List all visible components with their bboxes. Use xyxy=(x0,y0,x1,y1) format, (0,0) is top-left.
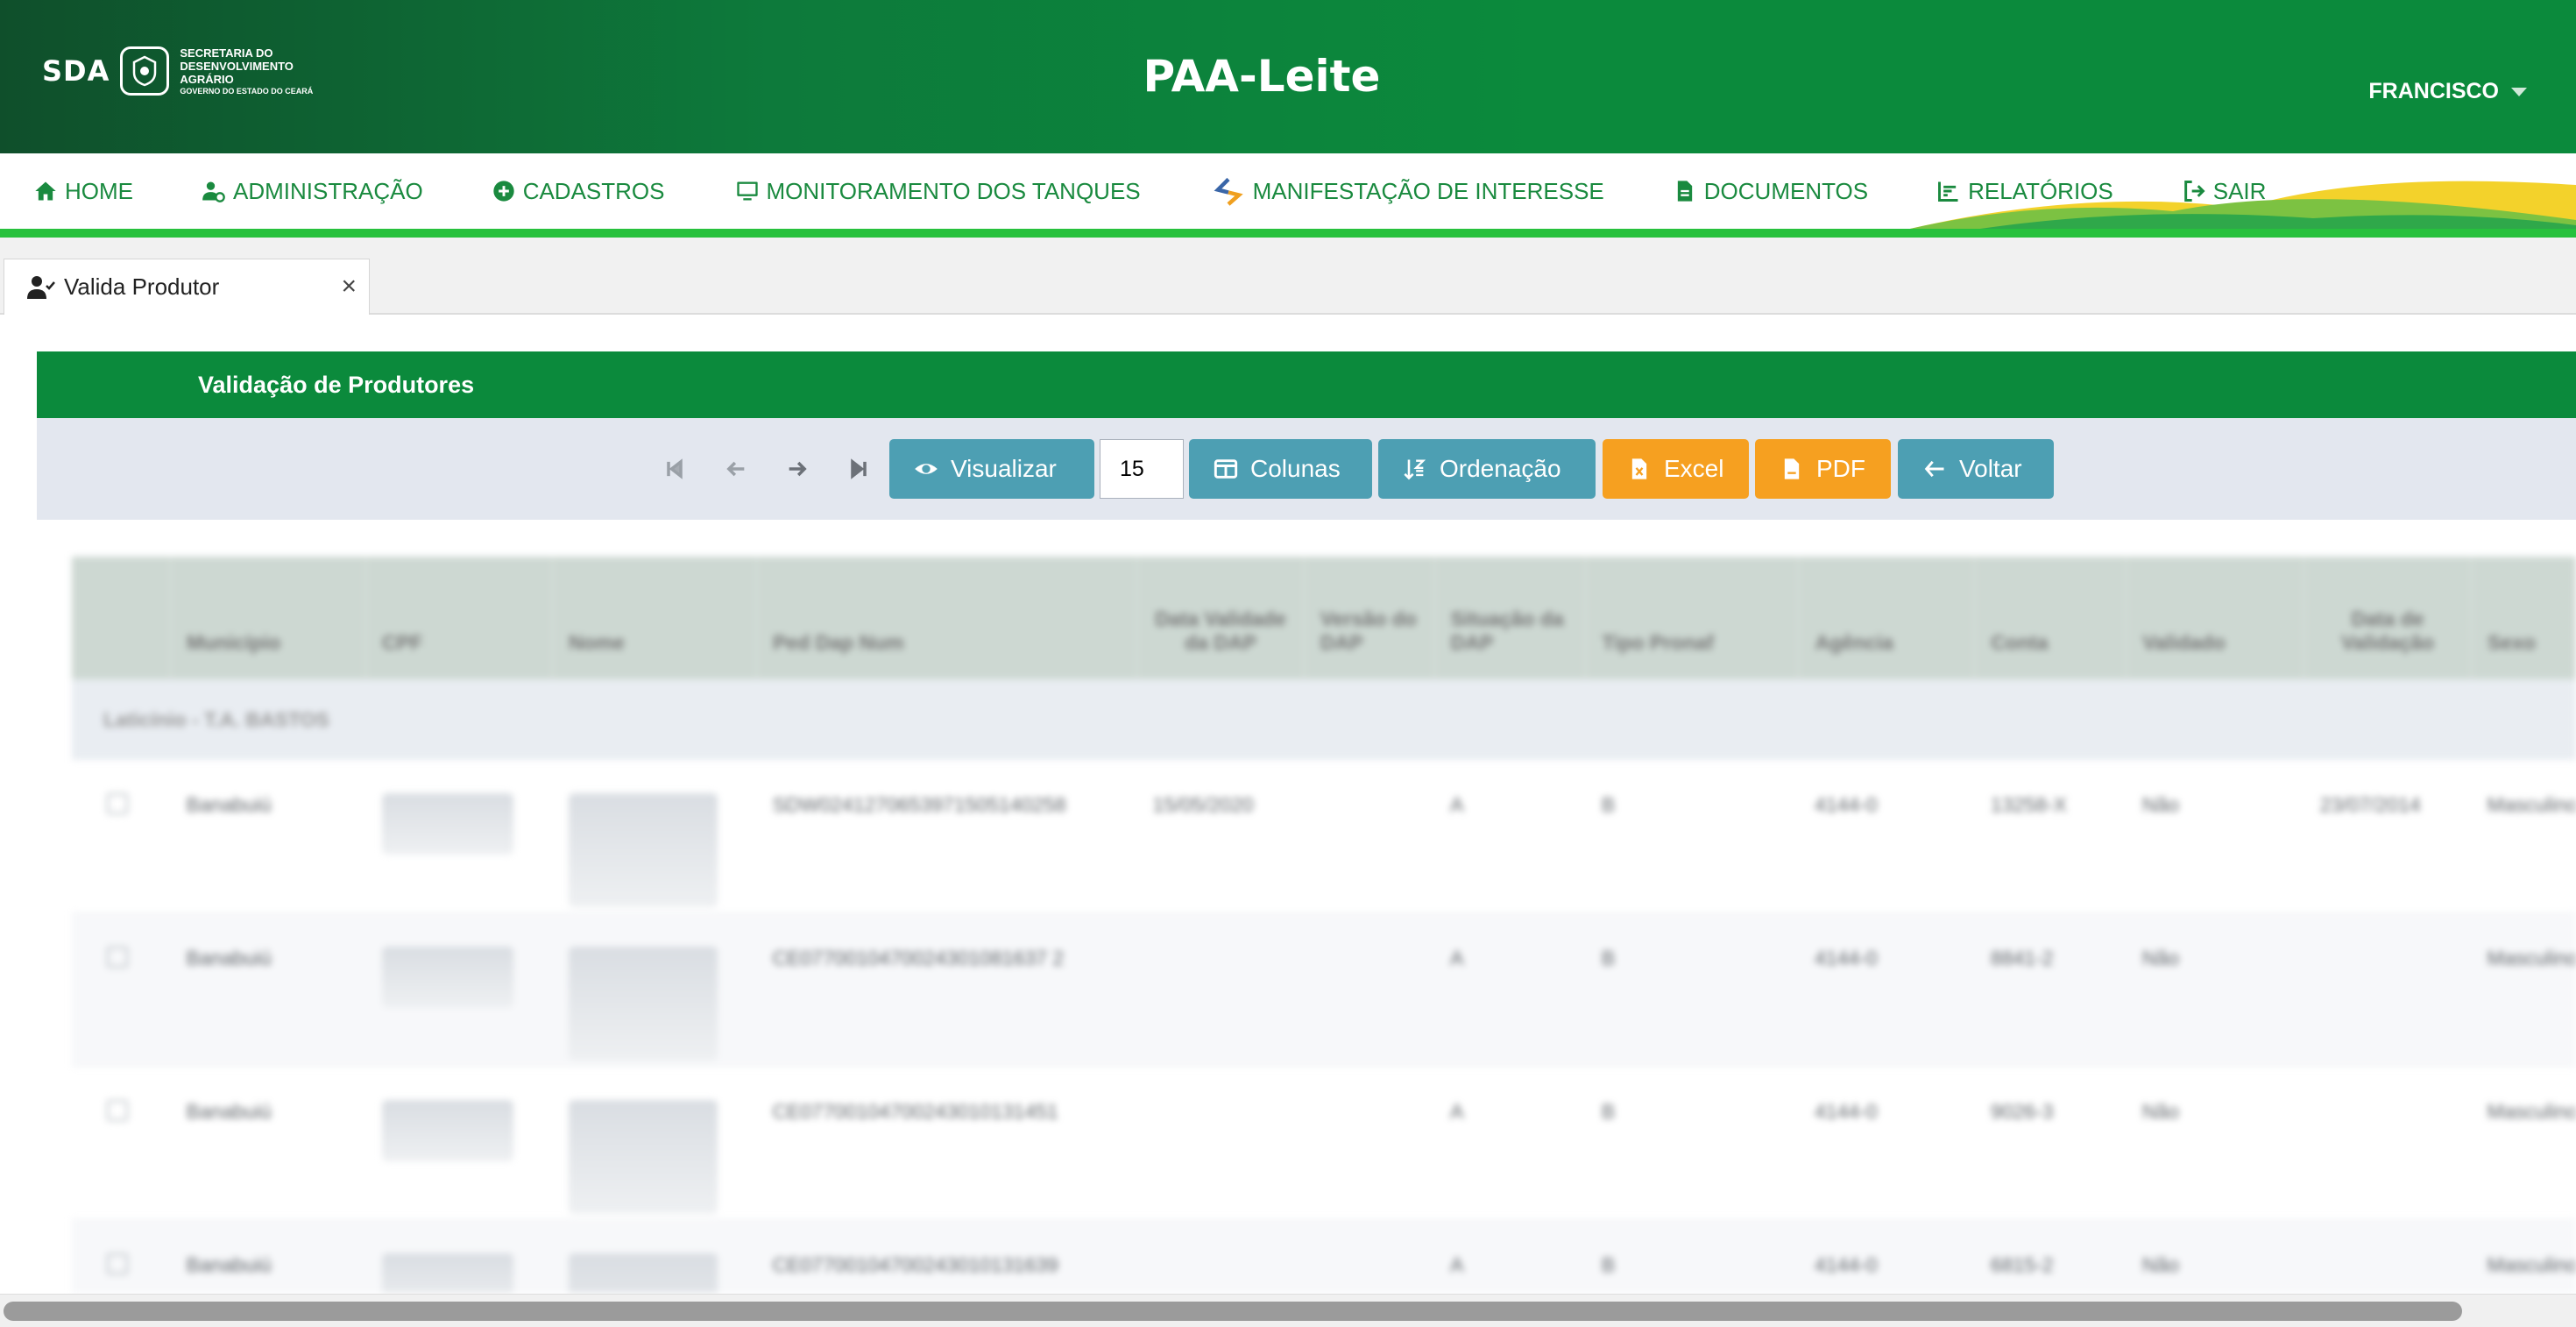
table-row[interactable]: Banabuiú CE07700104700243010131639 A B 4… xyxy=(72,1219,2576,1293)
nav-documentos[interactable]: DOCUMENTOS xyxy=(1673,178,1868,205)
col-header[interactable]: Validado xyxy=(2126,557,2305,679)
code-arrows-icon xyxy=(1214,177,1243,206)
last-page-icon[interactable] xyxy=(841,451,876,486)
user-name: FRANCISCO xyxy=(2368,79,2499,103)
table-row[interactable]: Banabuiú CE0770010470024301081637 2 A B … xyxy=(72,912,2576,1067)
pdf-button[interactable]: PDF xyxy=(1755,439,1891,499)
nav-relatorios[interactable]: RELATÓRIOS xyxy=(1936,178,2113,205)
redacted-name xyxy=(568,1100,718,1214)
select-column-header xyxy=(72,557,172,679)
redacted-name xyxy=(568,947,718,1061)
next-page-icon[interactable] xyxy=(780,451,815,486)
group-row: Laticínio - T.A. BASTOS xyxy=(72,679,2576,760)
edit-checkbox-icon[interactable] xyxy=(107,1253,128,1274)
scrollbar-thumb[interactable] xyxy=(4,1302,2462,1321)
columns-icon xyxy=(1214,459,1238,479)
col-header[interactable]: Nome xyxy=(552,557,758,679)
close-icon[interactable]: × xyxy=(341,273,357,300)
excel-button[interactable]: Excel xyxy=(1603,439,1749,499)
plus-circle-icon xyxy=(493,181,514,202)
nav-sair[interactable]: SAIR xyxy=(2182,178,2266,205)
redacted-name xyxy=(568,793,718,907)
user-check-icon xyxy=(27,275,55,299)
arrow-left-icon xyxy=(1924,460,1944,478)
caret-down-icon xyxy=(2511,87,2527,96)
table-row[interactable]: Banabuiú CE07700104700243010131451 A B 4… xyxy=(72,1066,2576,1220)
app-title: PAA-Leite xyxy=(1143,51,1381,102)
tab-label: Valida Produtor xyxy=(64,273,220,300)
pager xyxy=(657,451,876,486)
redacted-cpf xyxy=(381,793,513,855)
prev-page-icon[interactable] xyxy=(718,451,754,486)
edit-checkbox-icon[interactable] xyxy=(107,1100,128,1121)
nav-monitoramento[interactable]: MONITORAMENTO DOS TANQUES xyxy=(735,178,1141,205)
monitor-icon xyxy=(736,181,758,201)
nav-manifestacao[interactable]: MANIFESTAÇÃO DE INTERESSE xyxy=(1211,175,1604,207)
voltar-button[interactable]: Voltar xyxy=(1898,439,2054,499)
first-page-icon[interactable] xyxy=(657,451,692,486)
home-icon xyxy=(35,181,56,201)
col-header[interactable]: Conta xyxy=(1974,557,2127,679)
nav-home[interactable]: HOME xyxy=(33,178,133,205)
tab-strip: Valida Produtor × xyxy=(0,238,2576,315)
redacted-cpf xyxy=(381,947,513,1008)
pdf-file-icon xyxy=(1784,458,1800,479)
ordenacao-button[interactable]: Ordenação xyxy=(1378,439,1596,499)
col-header[interactable]: Agência xyxy=(1798,557,1976,679)
col-header[interactable]: Situação da DAP xyxy=(1434,557,1587,679)
table-row[interactable]: Banabuiú SDW0241270653971505140258 15/05… xyxy=(72,760,2576,913)
table-header-row: Município CPF Nome Ped Dap Num Data Vali… xyxy=(72,557,2576,679)
redacted-name xyxy=(568,1253,718,1293)
visualizar-button[interactable]: Visualizar xyxy=(889,439,1094,499)
main-nav: HOME ADMINISTRAÇÃO CADASTROS MONITORAMEN… xyxy=(0,153,2576,229)
tab-valida-produtor[interactable]: Valida Produtor × xyxy=(4,259,370,315)
group-label: Laticínio - T.A. BASTOS xyxy=(72,679,2576,760)
document-icon xyxy=(1677,181,1692,202)
sign-out-icon xyxy=(2183,181,2205,202)
rows-per-page-input[interactable] xyxy=(1100,439,1184,499)
panel-title: Validação de Produtores xyxy=(37,351,2576,418)
horizontal-scrollbar[interactable] xyxy=(0,1294,2576,1327)
app-header: SDA SECRETARIA DO DESENVOLVIMENTO AGRÁRI… xyxy=(0,0,2576,153)
toolbar: Visualizar Colunas Ordenação Excel PDF V… xyxy=(37,418,2576,520)
colunas-button[interactable]: Colunas xyxy=(1189,439,1372,499)
redacted-cpf xyxy=(381,1253,513,1293)
redacted-cpf xyxy=(381,1100,513,1161)
col-header[interactable]: Data de Validação xyxy=(2304,557,2472,679)
edit-checkbox-icon[interactable] xyxy=(107,793,128,814)
nav-administracao[interactable]: ADMINISTRAÇÃO xyxy=(202,178,423,205)
col-header[interactable]: Versão do DAP xyxy=(1304,557,1435,679)
col-header[interactable]: Data Validade da DAP xyxy=(1136,557,1305,679)
col-header[interactable]: Município xyxy=(170,557,367,679)
user-menu[interactable]: FRANCISCO xyxy=(2368,79,2527,104)
user-gear-icon xyxy=(202,181,225,202)
col-header[interactable]: CPF xyxy=(365,557,553,679)
content-area: Validação de Produtores Visualizar Colun… xyxy=(0,315,2576,1296)
excel-file-icon xyxy=(1631,458,1647,479)
col-header[interactable]: Ped Dap Num xyxy=(756,557,1138,679)
col-header[interactable]: Tipo Pronaf xyxy=(1585,557,1800,679)
edit-checkbox-icon[interactable] xyxy=(107,947,128,968)
col-header[interactable]: Sexo xyxy=(2471,557,2576,679)
nav-accent-bar xyxy=(0,229,2576,238)
nav-cadastros[interactable]: CADASTROS xyxy=(492,178,665,205)
sort-icon xyxy=(1404,459,1426,480)
eye-icon xyxy=(915,464,938,474)
producers-table: Município CPF Nome Ped Dap Num Data Vali… xyxy=(72,557,2576,1293)
chart-icon xyxy=(1938,181,1958,202)
